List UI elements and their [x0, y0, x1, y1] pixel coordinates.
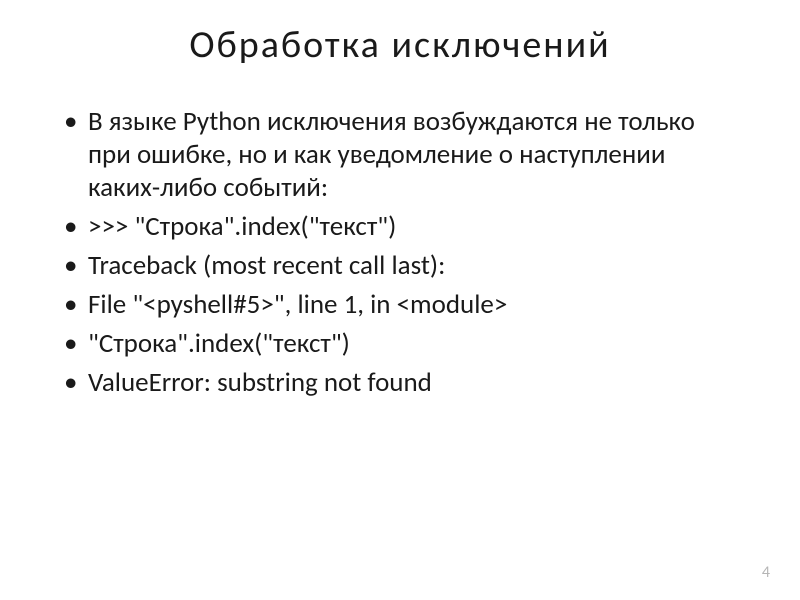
list-item: Traceback (most recent call last):	[60, 250, 740, 283]
list-item: "Строка".index("текст")	[60, 328, 740, 361]
list-item: >>> "Строка".index("текст")	[60, 211, 740, 244]
page-number: 4	[762, 563, 770, 582]
list-item: File "<pyshell#5>", line 1, in <module>	[60, 289, 740, 322]
list-item: В языке Python исключения возбуждаются н…	[60, 106, 740, 205]
slide-title: Обработка исключений	[60, 22, 740, 68]
bullet-list: В языке Python исключения возбуждаются н…	[60, 106, 740, 400]
list-item: ValueError: substring not found	[60, 367, 740, 400]
slide: Обработка исключений В языке Python искл…	[0, 0, 800, 600]
